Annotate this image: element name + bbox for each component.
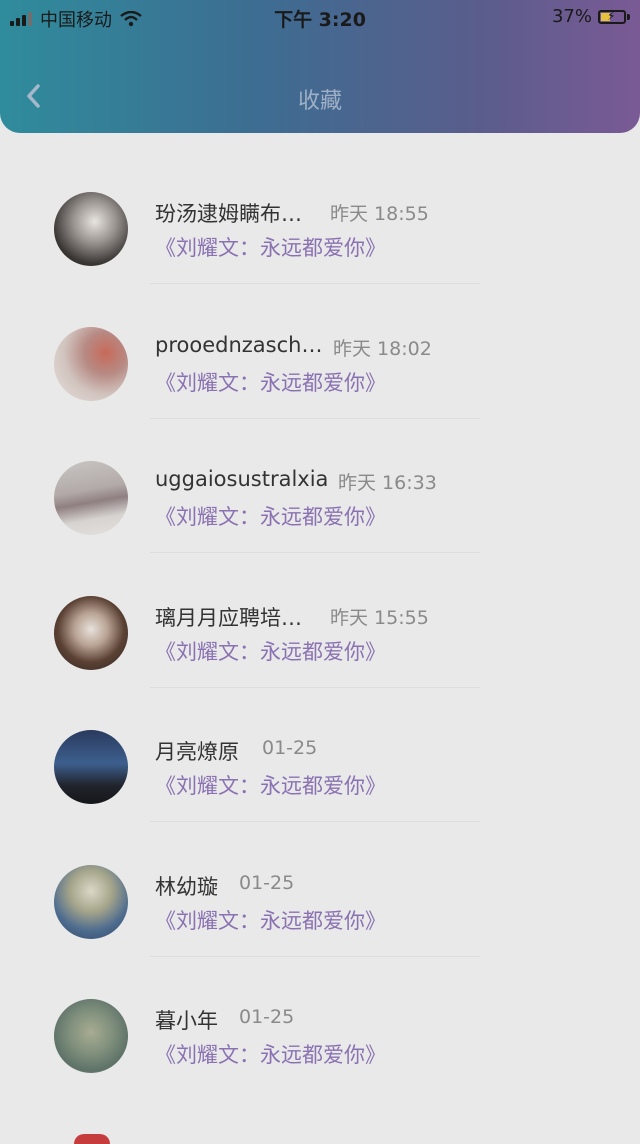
- list-item[interactable]: 璃月月应聘培… 昨天 15:55 《刘耀文：永远都爱你》: [0, 538, 640, 688]
- list-item[interactable]: 林幼璇 01-25 《刘耀文：永远都爱你》: [0, 807, 640, 957]
- list-item[interactable]: prooednzasch… 昨天 18:02 《刘耀文：永远都爱你》: [0, 269, 640, 419]
- avatar[interactable]: [54, 461, 128, 535]
- list-item[interactable]: 暮小年 01-25 《刘耀文：永远都爱你》: [0, 941, 640, 1076]
- favorite-time: 01-25: [239, 1006, 295, 1028]
- avatar[interactable]: [54, 192, 128, 266]
- list-item[interactable]: uggaiosustralxia 昨天 16:33 《刘耀文：永远都爱你》: [0, 403, 640, 553]
- user-name[interactable]: 林幼璇: [155, 871, 218, 901]
- user-name[interactable]: 玢汤逮姆瞒布…: [155, 198, 302, 228]
- avatar[interactable]: [54, 999, 128, 1073]
- battery-tip: [627, 13, 630, 20]
- status-bar: 中国移动 下午 3:20 37% ⚡: [0, 0, 640, 34]
- avatar[interactable]: [54, 864, 128, 939]
- user-name[interactable]: uggaiosustralxia: [155, 467, 328, 491]
- favorites-list: 玢汤逮姆瞒布… 昨天 18:55 《刘耀文：永远都爱你》 prooednzasc…: [0, 134, 640, 1076]
- user-name[interactable]: 月亮燎原: [155, 736, 239, 766]
- user-name[interactable]: prooednzasch…: [155, 333, 322, 357]
- avatar[interactable]: [54, 326, 128, 401]
- header-bar: 中国移动 下午 3:20 37% ⚡ 收藏: [0, 0, 640, 133]
- user-name[interactable]: 暮小年: [155, 1005, 218, 1035]
- article-link[interactable]: 《刘耀文：永远都爱你》: [155, 905, 386, 935]
- avatar-partial: [74, 1134, 110, 1144]
- article-link[interactable]: 《刘耀文：永远都爱你》: [155, 232, 386, 262]
- avatar[interactable]: [54, 595, 128, 670]
- article-link[interactable]: 《刘耀文：永远都爱你》: [155, 501, 386, 531]
- avatar[interactable]: [54, 730, 128, 804]
- article-link[interactable]: 《刘耀文：永远都爱你》: [155, 770, 386, 800]
- list-item[interactable]: 玢汤逮姆瞒布… 昨天 18:55 《刘耀文：永远都爱你》: [0, 134, 640, 284]
- favorite-time: 昨天 18:55: [330, 203, 429, 225]
- article-link[interactable]: 《刘耀文：永远都爱你》: [155, 1039, 386, 1069]
- list-item[interactable]: 月亮燎原 01-25 《刘耀文：永远都爱你》: [0, 672, 640, 822]
- article-link[interactable]: 《刘耀文：永远都爱你》: [155, 636, 386, 666]
- favorite-time: 01-25: [239, 871, 295, 894]
- status-time: 下午 3:20: [274, 9, 366, 31]
- favorite-time: 昨天 15:55: [330, 606, 429, 629]
- favorite-time: 昨天 16:33: [338, 472, 437, 494]
- battery-icon: ⚡: [598, 9, 626, 24]
- article-link[interactable]: 《刘耀文：永远都爱你》: [155, 367, 386, 397]
- favorite-time: 昨天 18:02: [333, 337, 432, 360]
- favorite-time: 01-25: [262, 737, 318, 759]
- page-title: 收藏: [297, 89, 342, 114]
- battery-percent: 37%: [551, 6, 592, 27]
- user-name[interactable]: 璃月月应聘培…: [155, 602, 302, 632]
